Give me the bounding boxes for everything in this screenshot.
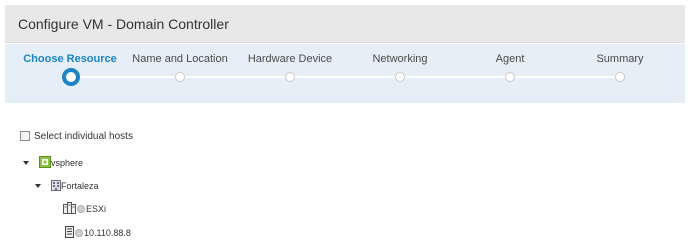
status-dot-icon — [77, 205, 85, 213]
step-label: Choose Resource — [23, 53, 117, 65]
step-label: Agent — [495, 53, 525, 65]
tree-node-label: ESXi — [86, 204, 107, 214]
wizard-progress: Choose Resource Name and Location Hardwa… — [5, 44, 685, 103]
step-label: Name and Location — [132, 53, 228, 65]
host-server-icon — [65, 226, 74, 240]
step-hardware-device[interactable]: Hardware Device — [230, 44, 350, 103]
step-label: Hardware Device — [247, 53, 333, 65]
tree-node-host[interactable]: 10.110.88.8 — [65, 226, 131, 240]
vsphere-icon — [39, 156, 51, 170]
collapse-caret-icon[interactable] — [23, 161, 29, 165]
step-agent[interactable]: Agent — [450, 44, 570, 103]
tree-node-label: 10.110.88.8 — [84, 228, 131, 238]
select-individual-hosts-option[interactable]: Select individual hosts — [20, 129, 133, 143]
tree-node-label: vsphere — [51, 158, 84, 168]
step-label: Summary — [596, 53, 644, 65]
step-indicator — [505, 72, 515, 82]
cluster-icon — [63, 202, 76, 216]
step-name-and-location[interactable]: Name and Location — [120, 44, 240, 103]
step-indicator — [395, 72, 405, 82]
tree-node-fortaleza[interactable]: Fortaleza — [35, 179, 99, 193]
resource-tree: vsphere Fortaleza ESXi 10.110.88.8 — [15, 147, 670, 250]
datacenter-icon — [51, 179, 61, 193]
step-label: Networking — [372, 53, 428, 65]
select-individual-hosts-label: Select individual hosts — [34, 130, 133, 142]
collapse-caret-icon[interactable] — [35, 184, 41, 188]
step-summary[interactable]: Summary — [560, 44, 680, 103]
step-indicator — [615, 72, 625, 82]
step-indicator-active — [62, 68, 80, 86]
dialog-header: Configure VM - Domain Controller — [5, 5, 685, 43]
step-indicator — [175, 72, 185, 82]
step-indicator — [285, 72, 295, 82]
select-individual-hosts-checkbox[interactable] — [20, 131, 30, 141]
tree-node-esxi[interactable]: ESXi — [63, 202, 106, 216]
tree-node-label: Fortaleza — [61, 181, 99, 191]
step-networking[interactable]: Networking — [340, 44, 460, 103]
tree-node-vsphere[interactable]: vsphere — [23, 156, 83, 170]
dialog-title: Configure VM - Domain Controller — [18, 16, 229, 32]
status-dot-icon — [75, 229, 83, 237]
step-choose-resource[interactable]: Choose Resource — [10, 44, 130, 103]
